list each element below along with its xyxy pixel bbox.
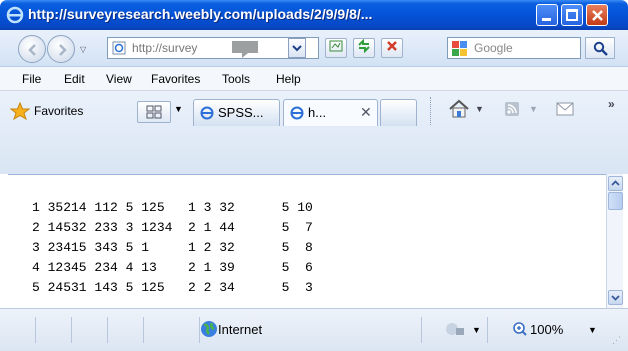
tab-active[interactable]: h... ✕ <box>283 99 378 126</box>
ie-logo-icon <box>6 6 24 24</box>
window-title: http://surveyresearch.weebly.com/uploads… <box>28 6 373 22</box>
search-input[interactable]: Google <box>447 37 581 59</box>
feeds-icon[interactable] <box>504 101 520 117</box>
forward-button[interactable] <box>47 35 75 63</box>
close-tab-icon[interactable]: ✕ <box>360 104 372 121</box>
data-row: 1 35214 112 5 125 1 3 32 5 10 <box>32 200 313 215</box>
menu-edit[interactable]: Edit <box>64 72 85 86</box>
data-row: 3 23415 343 5 1 1 2 32 5 8 <box>32 240 313 255</box>
google-icon <box>452 41 468 56</box>
close-icon <box>592 10 603 21</box>
status-cell <box>0 317 36 343</box>
more-tools-icon[interactable]: » <box>608 97 615 111</box>
refresh-button[interactable] <box>353 38 375 58</box>
star-icon <box>10 102 30 120</box>
navigation-bar: ▽ http://survey Google <box>0 30 628 67</box>
page-content: 1 35214 112 5 125 1 3 32 5 10 2 14532 23… <box>8 174 606 308</box>
status-cell <box>108 317 144 343</box>
ie-page-icon <box>290 106 304 120</box>
menu-view[interactable]: View <box>106 72 132 86</box>
minimize-button[interactable] <box>536 4 558 26</box>
zoom-level[interactable]: 100% <box>530 322 563 337</box>
tab-spss[interactable]: SPSS... <box>193 99 280 126</box>
close-window-button[interactable] <box>586 4 608 26</box>
resize-grip-icon[interactable]: ⋰ <box>612 335 621 346</box>
mail-icon[interactable] <box>556 102 574 116</box>
stop-icon <box>387 41 397 51</box>
new-tab-button[interactable] <box>380 99 417 126</box>
feeds-dropdown-icon[interactable]: ▼ <box>529 104 538 114</box>
home-dropdown-icon[interactable]: ▼ <box>475 104 484 114</box>
status-bar: Internet ▼ 100% ▼ ⋰ <box>0 308 628 351</box>
vertical-scrollbar[interactable] <box>606 174 623 308</box>
back-arrow-icon <box>28 44 36 56</box>
back-button[interactable] <box>18 35 46 63</box>
maximize-icon <box>566 9 578 21</box>
status-cell <box>144 317 200 343</box>
status-cell <box>200 317 422 343</box>
zoom-icon[interactable] <box>512 321 528 337</box>
tab-spss-label: SPSS... <box>218 105 264 120</box>
chevron-up-icon <box>611 180 620 186</box>
compatibility-icon <box>329 40 343 52</box>
minimize-icon <box>542 18 551 21</box>
status-cell <box>422 317 488 343</box>
favorites-button[interactable]: Favorites <box>8 100 112 122</box>
scroll-down-button[interactable] <box>608 290 623 305</box>
search-button[interactable] <box>585 37 615 59</box>
ie-page-icon <box>200 106 214 120</box>
zoom-dropdown-icon[interactable]: ▼ <box>588 325 597 335</box>
tab-bar: Favorites ▼ SPSS... h... ✕ ▼ ▼ » <box>0 91 628 174</box>
menu-bar: File Edit View Favorites Tools Help <box>0 67 628 91</box>
data-row: 5 24531 143 5 125 2 2 34 5 3 <box>32 280 313 295</box>
data-row: 4 12345 234 4 13 2 1 39 5 6 <box>32 260 313 275</box>
chevron-down-icon <box>292 45 302 52</box>
compatibility-view-button[interactable] <box>325 38 347 58</box>
page-icon <box>112 41 126 55</box>
favorites-label: Favorites <box>34 104 84 118</box>
quick-tabs-button[interactable] <box>137 101 171 123</box>
menu-tools[interactable]: Tools <box>222 72 250 86</box>
refresh-icon <box>358 38 370 54</box>
mouse-cursor-icon <box>232 41 258 58</box>
status-cell <box>36 317 72 343</box>
chevron-down-icon <box>611 295 620 301</box>
stop-button[interactable] <box>381 38 403 58</box>
scroll-up-button[interactable] <box>608 176 623 191</box>
title-bar: http://surveyresearch.weebly.com/uploads… <box>0 0 628 30</box>
menu-file[interactable]: File <box>22 72 41 86</box>
menu-help[interactable]: Help <box>276 72 301 86</box>
toolbar-separator <box>430 97 431 125</box>
address-dropdown-button[interactable] <box>288 38 306 58</box>
history-dropdown-icon[interactable]: ▽ <box>80 45 86 54</box>
quick-tabs-icon <box>146 105 162 119</box>
address-url: http://survey <box>132 41 198 55</box>
search-icon <box>593 41 608 56</box>
tab-list-dropdown-icon[interactable]: ▼ <box>174 104 183 114</box>
data-row: 2 14532 233 3 1234 2 1 44 5 7 <box>32 220 313 235</box>
maximize-button[interactable] <box>561 4 583 26</box>
menu-favorites[interactable]: Favorites <box>151 72 200 86</box>
search-placeholder: Google <box>474 41 513 55</box>
scroll-thumb[interactable] <box>608 192 623 210</box>
forward-arrow-icon <box>59 44 67 56</box>
status-cell <box>72 317 108 343</box>
home-icon[interactable] <box>448 99 470 119</box>
tab-active-label: h... <box>308 105 327 120</box>
